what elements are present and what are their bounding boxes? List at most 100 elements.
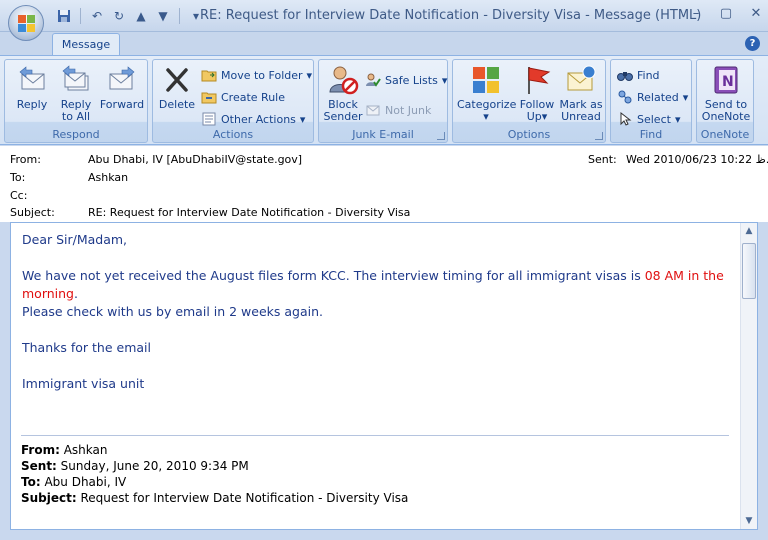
title-bar: ↶ ↻ ▲ ▼ ▾ RE: Request for Interview Date… xyxy=(0,0,768,32)
scroll-down-icon[interactable]: ▼ xyxy=(741,513,757,529)
dropdown-arrow-icon: ▾ xyxy=(541,110,548,123)
follow-up-button[interactable]: Follow Up▾ xyxy=(517,64,557,123)
group-options: Categorize ▾ Follow Up▾ Mark as Unread O… xyxy=(452,59,606,143)
quoted-subject: Subject: Request for Interview Date Noti… xyxy=(21,491,409,505)
forward-icon xyxy=(109,66,135,90)
office-button[interactable] xyxy=(8,5,44,41)
reply-button[interactable]: Reply xyxy=(11,64,53,111)
previous-item-icon[interactable]: ▲ xyxy=(133,8,149,24)
group-junk-email: Block Sender Safe Lists ▾ Not Junk Junk E… xyxy=(318,59,448,143)
subject-label: Subject: xyxy=(10,206,55,219)
message-body-text: Dear Sir/Madam, We have not yet received… xyxy=(22,231,732,393)
help-icon[interactable]: ? xyxy=(745,36,760,51)
minimize-icon[interactable]: – xyxy=(688,6,704,22)
tab-message[interactable]: Message xyxy=(52,33,120,57)
cc-label: Cc: xyxy=(10,189,28,202)
categorize-icon xyxy=(473,67,499,93)
group-label-options: Options xyxy=(507,128,551,141)
move-folder-icon xyxy=(201,70,217,82)
options-dialog-launcher[interactable] xyxy=(595,132,603,140)
to-label: To: xyxy=(10,171,26,184)
dropdown-arrow-icon: ▾ xyxy=(299,112,306,126)
create-rule-button[interactable]: Create Rule xyxy=(201,89,285,105)
dropdown-arrow-icon: ▾ xyxy=(483,110,489,123)
group-label-actions: Actions xyxy=(212,128,254,141)
quoted-to: To: Abu Dhabi, IV xyxy=(21,475,127,489)
group-respond: Reply Reply to All Forward Respond xyxy=(4,59,148,143)
select-button[interactable]: Select ▾ xyxy=(617,111,680,127)
close-icon[interactable]: ✕ xyxy=(748,6,764,22)
create-rule-icon xyxy=(201,92,217,104)
subject-value: RE: Request for Interview Date Notificat… xyxy=(88,206,411,219)
quoted-header: From: Ashkan Sent: Sunday, June 20, 2010… xyxy=(21,435,729,506)
move-to-folder-button[interactable]: Move to Folder ▾ xyxy=(201,67,312,83)
ribbon-tab-row: Message ? xyxy=(0,32,768,57)
undo-icon[interactable]: ↶ xyxy=(89,8,105,24)
select-cursor-icon xyxy=(620,111,632,126)
to-value[interactable]: Ashkan xyxy=(88,171,128,184)
find-button[interactable]: Find xyxy=(617,67,660,83)
related-icon xyxy=(618,90,632,104)
window-controls: – ▢ ✕ xyxy=(688,6,764,22)
group-label-junk: Junk E-mail xyxy=(352,128,414,141)
group-onenote: N Send to OneNote OneNote xyxy=(696,59,754,143)
mark-as-unread-button[interactable]: Mark as Unread xyxy=(557,64,605,123)
quoted-from: From: Ashkan xyxy=(21,443,108,457)
quoted-sent: Sent: Sunday, June 20, 2010 9:34 PM xyxy=(21,459,249,473)
sent-label: Sent: xyxy=(588,153,617,166)
scroll-thumb[interactable] xyxy=(742,243,756,299)
redo-icon[interactable]: ↻ xyxy=(111,8,127,24)
not-junk-button[interactable]: Not Junk xyxy=(365,102,431,118)
send-to-onenote-button[interactable]: N Send to OneNote xyxy=(700,64,752,123)
ribbon: Reply Reply to All Forward Respond Delet… xyxy=(0,55,768,145)
signature: Immigrant visa unit xyxy=(22,376,145,391)
other-actions-icon xyxy=(202,112,216,126)
qat-separator xyxy=(179,8,180,24)
sent-value: Wed 2010/06/23 10:22 ق.ظ xyxy=(626,153,768,166)
reply-all-button[interactable]: Reply to All xyxy=(55,64,97,123)
from-label: From: xyxy=(10,153,41,166)
scroll-up-icon[interactable]: ▲ xyxy=(741,223,757,239)
dropdown-arrow-icon: ▾ xyxy=(306,68,313,82)
group-find: Find Related ▾ Select ▾ Find xyxy=(610,59,692,143)
reply-all-icon xyxy=(62,65,89,91)
onenote-icon: N xyxy=(714,66,738,94)
body-line: Please check with us by email in 2 weeks… xyxy=(22,304,324,319)
forward-button[interactable]: Forward xyxy=(99,64,145,111)
binoculars-icon xyxy=(617,72,633,81)
next-item-icon[interactable]: ▼ xyxy=(155,8,171,24)
quick-access-toolbar: ↶ ↻ ▲ ▼ ▾ xyxy=(56,8,204,24)
dropdown-arrow-icon: ▾ xyxy=(682,90,689,104)
dropdown-arrow-icon: ▾ xyxy=(674,112,681,126)
not-junk-icon xyxy=(366,105,380,116)
message-header: From: Abu Dhabi, IV [AbuDhabiIV@state.go… xyxy=(0,146,768,222)
safe-lists-icon xyxy=(366,73,381,87)
greeting: Dear Sir/Madam, xyxy=(22,232,128,247)
junk-dialog-launcher[interactable] xyxy=(437,132,445,140)
qat-separator xyxy=(80,8,81,24)
block-sender-button[interactable]: Block Sender xyxy=(323,64,363,123)
office-logo-icon xyxy=(18,15,36,33)
message-body[interactable]: Dear Sir/Madam, We have not yet received… xyxy=(10,222,758,530)
body-paragraph: We have not yet received the August file… xyxy=(22,268,724,301)
group-label-onenote: OneNote xyxy=(700,128,750,141)
thanks-line: Thanks for the email xyxy=(22,340,151,355)
svg-text:N: N xyxy=(722,74,734,90)
other-actions-button[interactable]: Other Actions ▾ xyxy=(201,111,305,127)
window-title: RE: Request for Interview Date Notificat… xyxy=(200,8,702,23)
dropdown-arrow-icon: ▾ xyxy=(441,73,448,87)
mark-unread-icon xyxy=(567,65,596,91)
group-label-respond: Respond xyxy=(52,128,100,141)
from-value[interactable]: Abu Dhabi, IV [AbuDhabiIV@state.gov] xyxy=(88,153,302,166)
maximize-icon[interactable]: ▢ xyxy=(718,6,734,22)
follow-up-flag-icon xyxy=(528,67,551,94)
related-button[interactable]: Related ▾ xyxy=(617,89,688,105)
delete-button[interactable]: Delete xyxy=(157,64,197,111)
delete-icon xyxy=(166,68,188,92)
vertical-scrollbar[interactable]: ▲ ▼ xyxy=(740,223,757,529)
safe-lists-button[interactable]: Safe Lists ▾ xyxy=(365,72,447,88)
reply-icon xyxy=(19,66,45,90)
save-icon[interactable] xyxy=(56,8,72,24)
group-label-find: Find xyxy=(639,128,663,141)
categorize-button[interactable]: Categorize ▾ xyxy=(457,64,516,123)
